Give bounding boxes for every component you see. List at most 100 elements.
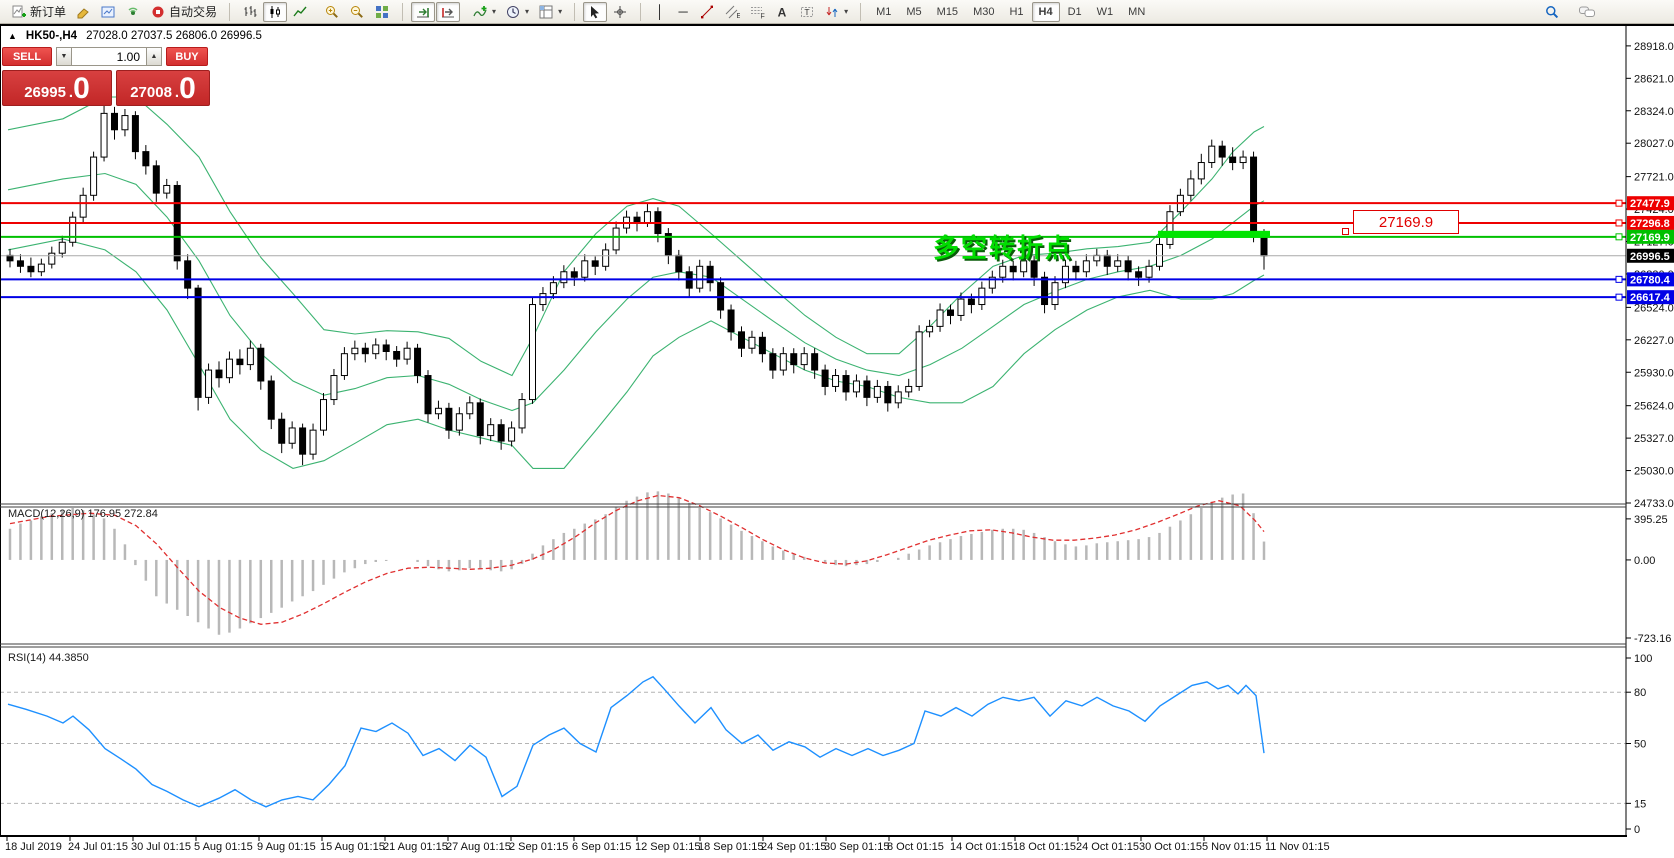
symbol-header: ▲ HK50-,H4 27028.0 27037.5 26806.0 26996… [8, 30, 262, 42]
timeframe-button-w1[interactable]: W1 [1090, 2, 1121, 22]
tile-windows-icon [374, 4, 390, 20]
svg-text:26524.0: 26524.0 [1634, 302, 1674, 314]
time-axis-label: 2 Sep 01:15 [509, 841, 568, 853]
buy-price-button[interactable]: 27008.0 [116, 70, 210, 106]
fibonacci-icon: F [749, 4, 765, 20]
fibonacci-button[interactable]: F [745, 2, 769, 22]
chart-shift-button[interactable] [436, 2, 460, 22]
tile-windows-button[interactable] [370, 2, 394, 22]
svg-text:-723.16: -723.16 [1634, 633, 1671, 645]
zoom-in-icon [324, 4, 340, 20]
timeframe-button-mn[interactable]: MN [1121, 2, 1152, 22]
line-chart-button[interactable] [288, 2, 312, 22]
price-level-callout-text: 27169.9 [1379, 214, 1433, 231]
lot-decrease-button[interactable]: ▼ [56, 47, 72, 66]
timeframe-button-m15[interactable]: M15 [930, 2, 965, 22]
toolbar-group-zoom [317, 2, 397, 22]
arrows-button[interactable]: ▾ [820, 2, 852, 22]
price-level-callout[interactable]: 27169.9 [1353, 210, 1459, 234]
svg-text:25030.0: 25030.0 [1634, 466, 1674, 478]
bar-chart-button[interactable] [238, 2, 262, 22]
horizontal-line-button[interactable]: ─ [672, 2, 694, 22]
hline-handle[interactable] [1616, 220, 1622, 226]
text-icon: A [774, 4, 790, 20]
toolbar-group-scroll [408, 2, 463, 22]
cursor-button[interactable] [583, 2, 607, 22]
autoscroll-icon [415, 4, 431, 20]
search-button[interactable] [1540, 2, 1564, 22]
toolbar-group-setup: ▾ ▾ ▾ [465, 2, 569, 22]
sell-price-big-digit: 0 [73, 74, 90, 104]
new-chart-button[interactable] [96, 2, 120, 22]
svg-text:25624.0: 25624.0 [1634, 401, 1674, 413]
template-icon [538, 4, 554, 20]
hline-handle[interactable] [1616, 200, 1622, 206]
svg-text:395.25: 395.25 [1634, 514, 1668, 526]
hline-handle[interactable] [1616, 276, 1622, 282]
buy-price-big-digit: 0 [179, 74, 196, 104]
new-order-button[interactable]: 新订单 [7, 2, 70, 22]
timeframe-button-m30[interactable]: M30 [966, 2, 1001, 22]
time-axis-label: 6 Sep 01:15 [572, 841, 631, 853]
sell-button[interactable]: SELL [2, 47, 52, 66]
toolbar-separator [229, 3, 230, 21]
lot-size-input[interactable] [72, 47, 146, 66]
text-label-button[interactable]: T [795, 2, 819, 22]
one-click-panel-toggle-icon[interactable]: ▲ [8, 31, 17, 41]
svg-text:F: F [761, 13, 765, 20]
candlestick-chart-button[interactable] [263, 2, 287, 22]
text-button[interactable]: A [770, 2, 794, 22]
sell-price-button[interactable]: 26995.0 [2, 70, 112, 106]
hline-handle[interactable] [1616, 234, 1622, 240]
toolbar: 新订单 自动交易 ▾ ▾ ▾ [0, 0, 1674, 24]
lot-increase-button[interactable]: ▲ [146, 47, 162, 66]
svg-text:24733.0: 24733.0 [1634, 498, 1674, 510]
new-chart-icon [100, 4, 116, 20]
trendline-button[interactable] [695, 2, 719, 22]
time-axis-label: 30 Sep 01:15 [824, 841, 889, 853]
dropdown-caret-icon: ▾ [558, 7, 562, 16]
toolbar-group-objects: │ ─ E F A T ▾ [646, 2, 855, 22]
timeframe-button-d1[interactable]: D1 [1061, 2, 1089, 22]
autotrading-button[interactable]: 自动交易 [146, 2, 221, 22]
svg-text:27721.0: 27721.0 [1634, 172, 1674, 184]
vertical-line-button[interactable]: │ [649, 2, 671, 22]
autoscroll-button[interactable] [411, 2, 435, 22]
time-axis-label: 12 Sep 01:15 [635, 841, 700, 853]
svg-text:A: A [778, 5, 787, 19]
editor-icon [75, 4, 91, 20]
autotrading-label: 自动交易 [169, 3, 217, 20]
svg-text:0.00: 0.00 [1634, 555, 1655, 567]
comments-icon [1578, 4, 1596, 20]
time-axis-label: 18 Sep 01:15 [698, 841, 763, 853]
zoom-out-button[interactable] [345, 2, 369, 22]
time-axis-label: 8 Oct 01:15 [887, 841, 944, 853]
editor-button[interactable] [71, 2, 95, 22]
turning-point-annotation[interactable]: 多空转折点 [933, 228, 1073, 265]
periods-button[interactable]: ▾ [501, 2, 533, 22]
timeframe-button-m5[interactable]: M5 [899, 2, 928, 22]
comments-button[interactable] [1574, 2, 1600, 22]
templates-button[interactable]: ▾ [534, 2, 566, 22]
buy-button[interactable]: BUY [166, 47, 208, 66]
timeframe-button-m1[interactable]: M1 [869, 2, 898, 22]
callout-anchor-handle[interactable] [1342, 228, 1349, 235]
time-axis-label: 24 Oct 01:15 [1076, 841, 1139, 853]
zoom-in-button[interactable] [320, 2, 344, 22]
indicators-button[interactable]: ▾ [468, 2, 500, 22]
svg-text:15: 15 [1634, 798, 1646, 810]
time-axis-label: 9 Aug 01:15 [257, 841, 316, 853]
timeframe-button-h4[interactable]: H4 [1032, 2, 1060, 22]
svg-text:E: E [737, 13, 741, 20]
chart-canvas[interactable]: 28918.028621.028324.028027.027721.027424… [0, 0, 1674, 858]
channel-button[interactable]: E [720, 2, 744, 22]
highlight-bar[interactable] [1158, 231, 1270, 238]
time-axis[interactable]: 18 Jul 201924 Jul 01:1530 Jul 01:155 Aug… [5, 837, 1330, 853]
toolbar-group-orders: 新订单 自动交易 [4, 2, 224, 22]
hline-handle[interactable] [1616, 294, 1622, 300]
crosshair-button[interactable] [608, 2, 632, 22]
symbol-ohlc-values: 27028.0 27037.5 26806.0 26996.5 [86, 30, 262, 42]
signals-button[interactable] [121, 2, 145, 22]
time-axis-label: 15 Aug 01:15 [320, 841, 385, 853]
timeframe-button-h1[interactable]: H1 [1002, 2, 1030, 22]
